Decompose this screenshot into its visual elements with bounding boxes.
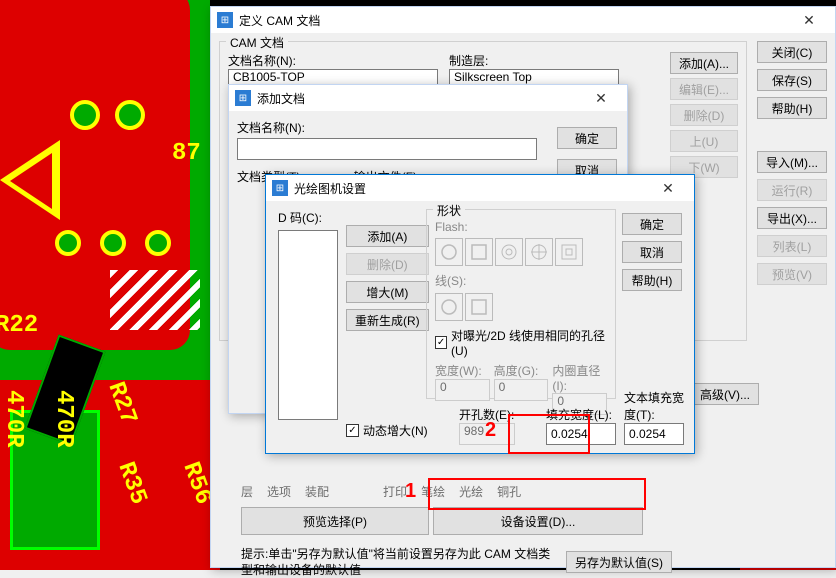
shape-round-line-icon <box>435 293 463 321</box>
list-button: 列表(L) <box>757 235 827 257</box>
line-shapes[interactable] <box>435 293 607 321</box>
shape-square-icon <box>465 238 493 266</box>
close-button[interactable]: 关闭(C) <box>757 41 827 63</box>
dialog-title: 光绘图机设置 <box>294 180 648 197</box>
close-icon[interactable]: ✕ <box>581 85 621 111</box>
close-icon[interactable]: ✕ <box>789 7 829 33</box>
dcode-add-button[interactable]: 添加(A) <box>346 225 429 247</box>
doc-name-input[interactable] <box>237 138 537 160</box>
app-icon: ⊞ <box>217 12 233 28</box>
device-settings-button[interactable]: 设备设置(D)... <box>433 507 643 535</box>
tab-photoplot[interactable]: 光绘 <box>459 483 483 500</box>
dialog-title: 添加文档 <box>257 90 581 107</box>
inner-dia-label: 内圈直径(I): <box>552 362 607 393</box>
width-label: 宽度(W): <box>435 362 490 379</box>
dialog-title: 定义 CAM 文档 <box>239 12 789 29</box>
titlebar: ⊞ 定义 CAM 文档 ✕ <box>211 7 835 33</box>
shape-annulus-icon <box>495 238 523 266</box>
titlebar: ⊞ 光绘图机设置 ✕ <box>266 175 694 201</box>
help-button[interactable]: 帮助(H) <box>757 97 827 119</box>
ok-button[interactable]: 确定 <box>557 127 617 149</box>
num-apertures-label: 开孔数(E): <box>459 406 515 423</box>
edit-button: 编辑(E)... <box>670 78 738 100</box>
up-button: 上(U) <box>670 130 738 152</box>
preview-button: 预览(V) <box>757 263 827 285</box>
titlebar: ⊞ 添加文档 ✕ <box>229 85 627 111</box>
export-button[interactable]: 导出(X)... <box>757 207 827 229</box>
shape-sqannulus-icon <box>555 238 583 266</box>
flash-shapes[interactable] <box>435 238 607 266</box>
tab-assembly[interactable]: 装配 <box>305 483 329 500</box>
fill-width-label: 填充宽度(L): <box>546 406 616 423</box>
run-button: 运行(R) <box>757 179 827 201</box>
enlarge-button[interactable]: 增大(M) <box>346 281 429 303</box>
dcode-delete-button: 删除(D) <box>346 253 429 275</box>
app-icon: ⊞ <box>272 180 288 196</box>
advanced-button[interactable]: 高级(V)... <box>691 383 759 405</box>
height-label: 高度(G): <box>494 362 549 379</box>
photoplotter-settings-dialog: ⊞ 光绘图机设置 ✕ D 码(C): 添加(A) 删除(D) 增大(M) 重新生… <box>265 174 695 454</box>
preview-selection-button[interactable]: 预览选择(P) <box>241 507 429 535</box>
shape-square-line-icon <box>465 293 493 321</box>
save-button[interactable]: 保存(S) <box>757 69 827 91</box>
import-button[interactable]: 导入(M)... <box>757 151 827 173</box>
text-fill-width-input[interactable] <box>624 423 684 445</box>
doc-name-label: 文档名称(N): <box>228 52 439 69</box>
delete-button: 删除(D) <box>670 104 738 126</box>
line-label: 线(S): <box>435 272 607 289</box>
tab-drill[interactable]: 铜孔 <box>497 483 521 500</box>
height-input: 0 <box>494 379 549 401</box>
cancel-button[interactable]: 取消 <box>622 241 682 263</box>
fill-width-input[interactable] <box>546 423 616 445</box>
hint-text: 提示:单击"另存为默认值"将当前设置另存为此 CAM 文档类型和输出设备的默认值 <box>241 547 561 578</box>
mfg-layer-label: 制造层: <box>449 52 660 69</box>
text-fill-width-label: 文本填充宽度(T): <box>624 389 694 423</box>
dcode-list[interactable] <box>278 230 338 420</box>
add-button[interactable]: 添加(A)... <box>670 52 738 74</box>
width-input: 0 <box>435 379 490 401</box>
dcode-label: D 码(C): <box>278 209 338 226</box>
help-button[interactable]: 帮助(H) <box>622 269 682 291</box>
use-same-aperture-checkbox[interactable]: ✓对曝光/2D 线使用相同的孔径(U) <box>435 327 607 358</box>
flash-label: Flash: <box>435 220 607 234</box>
tab-pen[interactable]: 笔绘 <box>421 483 445 500</box>
tab-print[interactable]: 打印 <box>383 483 407 500</box>
group-label: CAM 文档 <box>226 34 288 51</box>
regenerate-button[interactable]: 重新生成(R) <box>346 309 429 331</box>
app-icon: ⊞ <box>235 90 251 106</box>
tab-options[interactable]: 选项 <box>267 483 291 500</box>
shape-thermal-icon <box>525 238 553 266</box>
num-apertures-input: 989 <box>459 423 515 445</box>
tab-layer[interactable]: 层 <box>241 483 253 500</box>
shape-group-label: 形状 <box>433 202 465 219</box>
dynamic-enlarge-checkbox[interactable]: ✓动态增大(N) <box>346 422 428 439</box>
close-icon[interactable]: ✕ <box>648 175 688 201</box>
ok-button[interactable]: 确定 <box>622 213 682 235</box>
shape-circle-icon <box>435 238 463 266</box>
